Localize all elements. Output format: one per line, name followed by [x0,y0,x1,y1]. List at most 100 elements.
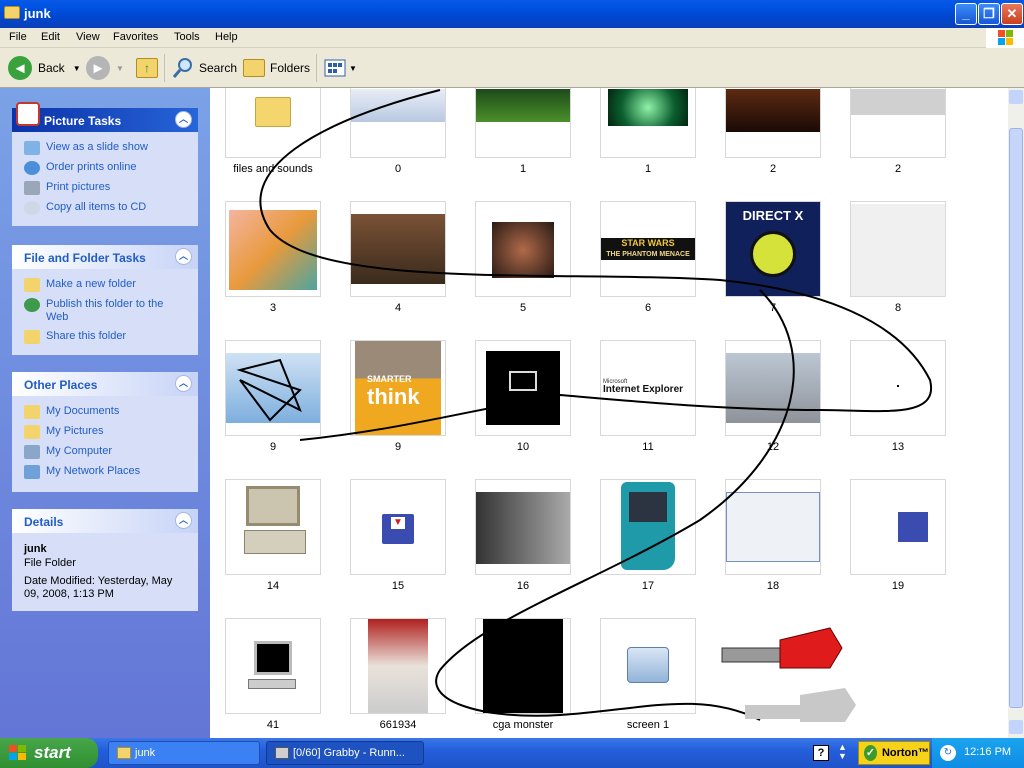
help-icon[interactable]: ? [813,745,829,761]
menu-favorites[interactable]: Favorites [113,31,158,43]
file-caption[interactable]: screen 1 [573,719,723,731]
slideshow-icon [24,141,40,155]
task-print-pictures[interactable]: Print pictures [24,181,188,195]
collapse-chevron-icon[interactable]: ︿ [175,248,192,265]
thumbnail-2b[interactable] [850,88,946,158]
folders-button[interactable]: Folders [243,56,310,80]
views-button[interactable]: ▼ [324,56,357,80]
thumbnail-19[interactable] [850,479,946,575]
old-computer-icon [246,486,300,526]
thumbnail-661934[interactable] [350,618,446,714]
place-my-computer[interactable]: My Computer [24,445,188,459]
task-slideshow[interactable]: View as a slide show [24,141,188,155]
menu-help[interactable]: Help [215,31,238,43]
update-icon[interactable]: ↻ [940,745,956,761]
scroll-up-button[interactable] [1009,90,1023,104]
task-copy-cd[interactable]: Copy all items to CD [24,201,188,215]
back-button[interactable]: ◄ Back ▼ [8,56,81,80]
thumbnail-16[interactable] [475,479,571,575]
thumbnail-4[interactable] [350,201,446,297]
thumbnail-9[interactable] [225,340,321,436]
up-folder-button[interactable]: ↑ [136,56,158,80]
forward-button[interactable]: ► ▼ [86,56,124,80]
menu-edit[interactable]: Edit [41,31,60,43]
minimize-button[interactable]: _ [955,3,977,25]
close-button[interactable]: ✕ [1001,3,1023,25]
thumbnail-11[interactable]: Microsoft Internet Explorer [600,340,696,436]
picture-tasks-header[interactable]: Picture Tasks ︿ [12,102,198,132]
taskbar-app-grabby[interactable]: [0/60] Grabby - Runn... [266,741,424,765]
thumbnail-6[interactable]: STAR WARS THE PHANTOM MENACE [600,201,696,297]
explorer-window: junk _ ❐ ✕ File Edit View Favorites Tool… [0,0,1024,738]
thumbnail-14[interactable] [225,479,321,575]
thumbnail-screen-1[interactable] [600,618,696,714]
details-header[interactable]: Details ︿ [12,509,198,533]
thumbnail-10[interactable] [475,340,571,436]
thumbnail-41[interactable] [225,618,321,714]
taskbar-app-junk[interactable]: junk [108,741,260,765]
thumbnail-8[interactable] [850,201,946,297]
folders-icon [243,59,265,77]
place-label: My Computer [46,445,113,457]
collapse-chevron-icon[interactable]: ︿ [175,375,192,392]
file-caption[interactable]: 13 [823,441,973,453]
thumbnail-9b[interactable]: SMARTER think [350,340,446,436]
ie-logo-thumbnail: Microsoft Internet Explorer [601,379,695,397]
start-button[interactable]: start [0,738,98,768]
back-arrow-icon: ◄ [8,56,32,80]
thumbnail-12[interactable] [725,340,821,436]
file-view: files and sounds 0 1 1 2 2 3 4 5 STAR WA… [210,88,1008,738]
task-label: Print pictures [46,181,111,193]
menu-file[interactable]: File [9,31,27,43]
scroll-thumb[interactable] [1009,128,1023,708]
place-my-documents[interactable]: My Documents [24,405,188,419]
menu-view[interactable]: View [76,31,100,43]
vertical-scrollbar[interactable] [1008,88,1024,738]
norton-button[interactable]: ✓ Norton™ [858,741,930,765]
thumbnail-5[interactable] [475,201,571,297]
task-order-prints[interactable]: Order prints online [24,161,188,175]
portrait-thumbnail [368,619,428,713]
thumbnail-1[interactable] [475,88,571,158]
place-my-network[interactable]: My Network Places [24,465,188,479]
thumbnail-17[interactable] [600,479,696,575]
file-caption[interactable]: 8 [823,302,973,314]
new-folder-icon [24,278,40,292]
thumbnail-3[interactable] [225,201,321,297]
task-publish-web[interactable]: Publish this folder to the Web [24,298,188,324]
thumbnail-13[interactable] [850,340,946,436]
tray-chevron-icon[interactable]: ▲ ▼ [838,743,847,761]
place-label: My Pictures [46,425,104,437]
thumbnail-0[interactable] [350,88,446,158]
file-folder-tasks-header[interactable]: File and Folder Tasks ︿ [12,245,198,269]
clock[interactable]: 12:16 PM [964,746,1011,758]
thumbnail-cga-monster[interactable] [475,618,571,714]
file-caption[interactable]: 19 [823,580,973,592]
place-my-pictures[interactable]: My Pictures [24,425,188,439]
check-icon: ✓ [864,745,877,761]
maximize-button[interactable]: ❐ [978,3,1000,25]
search-button[interactable]: Search [171,56,237,80]
chevron-down-icon[interactable]: ▼ [116,64,124,73]
thumbnail-18[interactable] [725,479,821,575]
title-bar[interactable]: junk _ ❐ ✕ [0,0,1024,28]
thumbnail-7[interactable]: DIRECT X [725,201,821,297]
collapse-chevron-icon[interactable]: ︿ [175,111,192,128]
chevron-down-icon[interactable]: ▼ [73,64,81,73]
task-share-folder[interactable]: Share this folder [24,330,188,344]
menu-tools[interactable]: Tools [174,31,200,43]
directx-text: DIRECT X [742,208,804,223]
thumbnail-2[interactable] [725,88,821,158]
thumbnail-1b[interactable] [600,88,696,158]
other-places-header[interactable]: Other Places ︿ [12,372,198,396]
thumbnail-15[interactable]: ▼ [350,479,446,575]
scroll-down-button[interactable] [1009,720,1023,734]
task-new-folder[interactable]: Make a new folder [24,278,188,292]
task-label: View as a slide show [46,141,148,153]
search-icon [172,58,192,78]
file-caption[interactable]: 2 [823,163,973,175]
thumbnail-files-and-sounds[interactable] [225,88,321,158]
collapse-chevron-icon[interactable]: ︿ [175,512,192,529]
publish-web-icon [24,298,40,312]
network-places-icon [24,465,40,479]
